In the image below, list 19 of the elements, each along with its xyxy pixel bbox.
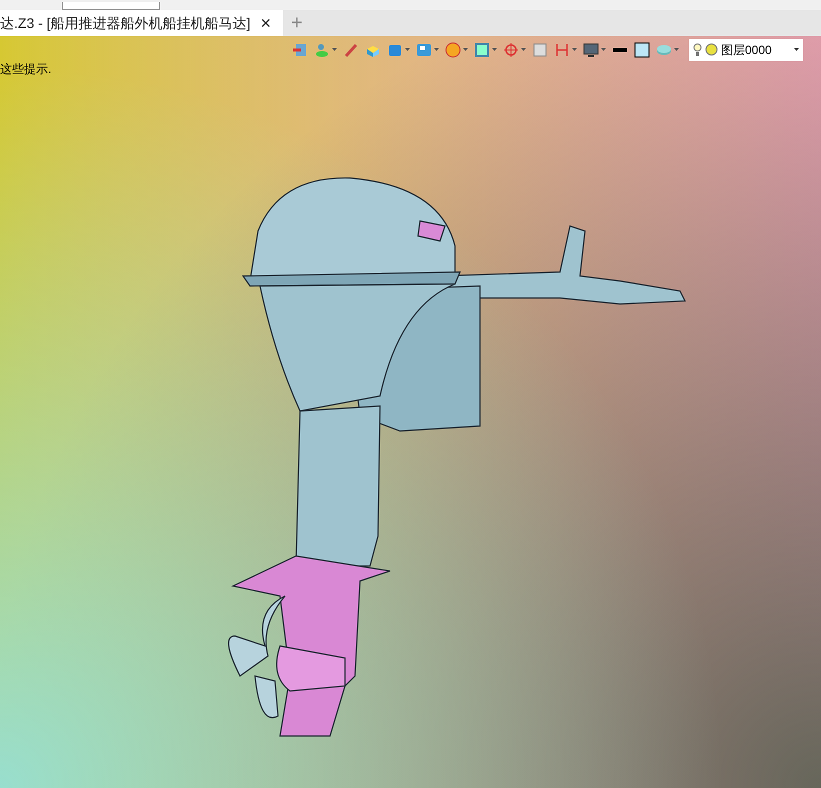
document-tab[interactable]: 达.Z3 - [船用推进器船外机船挂机船马达] × bbox=[0, 10, 283, 36]
hint-text: 这些提示. bbox=[0, 61, 52, 78]
color-swatch-icon[interactable] bbox=[634, 42, 650, 58]
monitor-icon[interactable] bbox=[583, 42, 599, 58]
layer-dropdown[interactable]: 图层0000 bbox=[689, 38, 803, 60]
close-tab-button[interactable]: × bbox=[260, 14, 271, 32]
layer-name: 图层0000 bbox=[721, 42, 773, 58]
display-cube-icon[interactable] bbox=[416, 42, 432, 58]
exit-icon[interactable] bbox=[292, 42, 308, 58]
dimension-icon[interactable] bbox=[554, 42, 570, 58]
lightbulb-icon bbox=[693, 42, 702, 56]
tab-title: 达.Z3 - [船用推进器船外机船挂机船马达] bbox=[0, 14, 250, 33]
frame-icon[interactable] bbox=[474, 42, 490, 58]
selection-field[interactable] bbox=[62, 2, 160, 10]
circle-icon bbox=[705, 43, 718, 56]
target-icon[interactable] bbox=[503, 42, 519, 58]
dropdown-caret-icon[interactable] bbox=[794, 48, 799, 51]
brush-icon[interactable] bbox=[343, 42, 359, 58]
window-icon[interactable] bbox=[532, 42, 548, 58]
